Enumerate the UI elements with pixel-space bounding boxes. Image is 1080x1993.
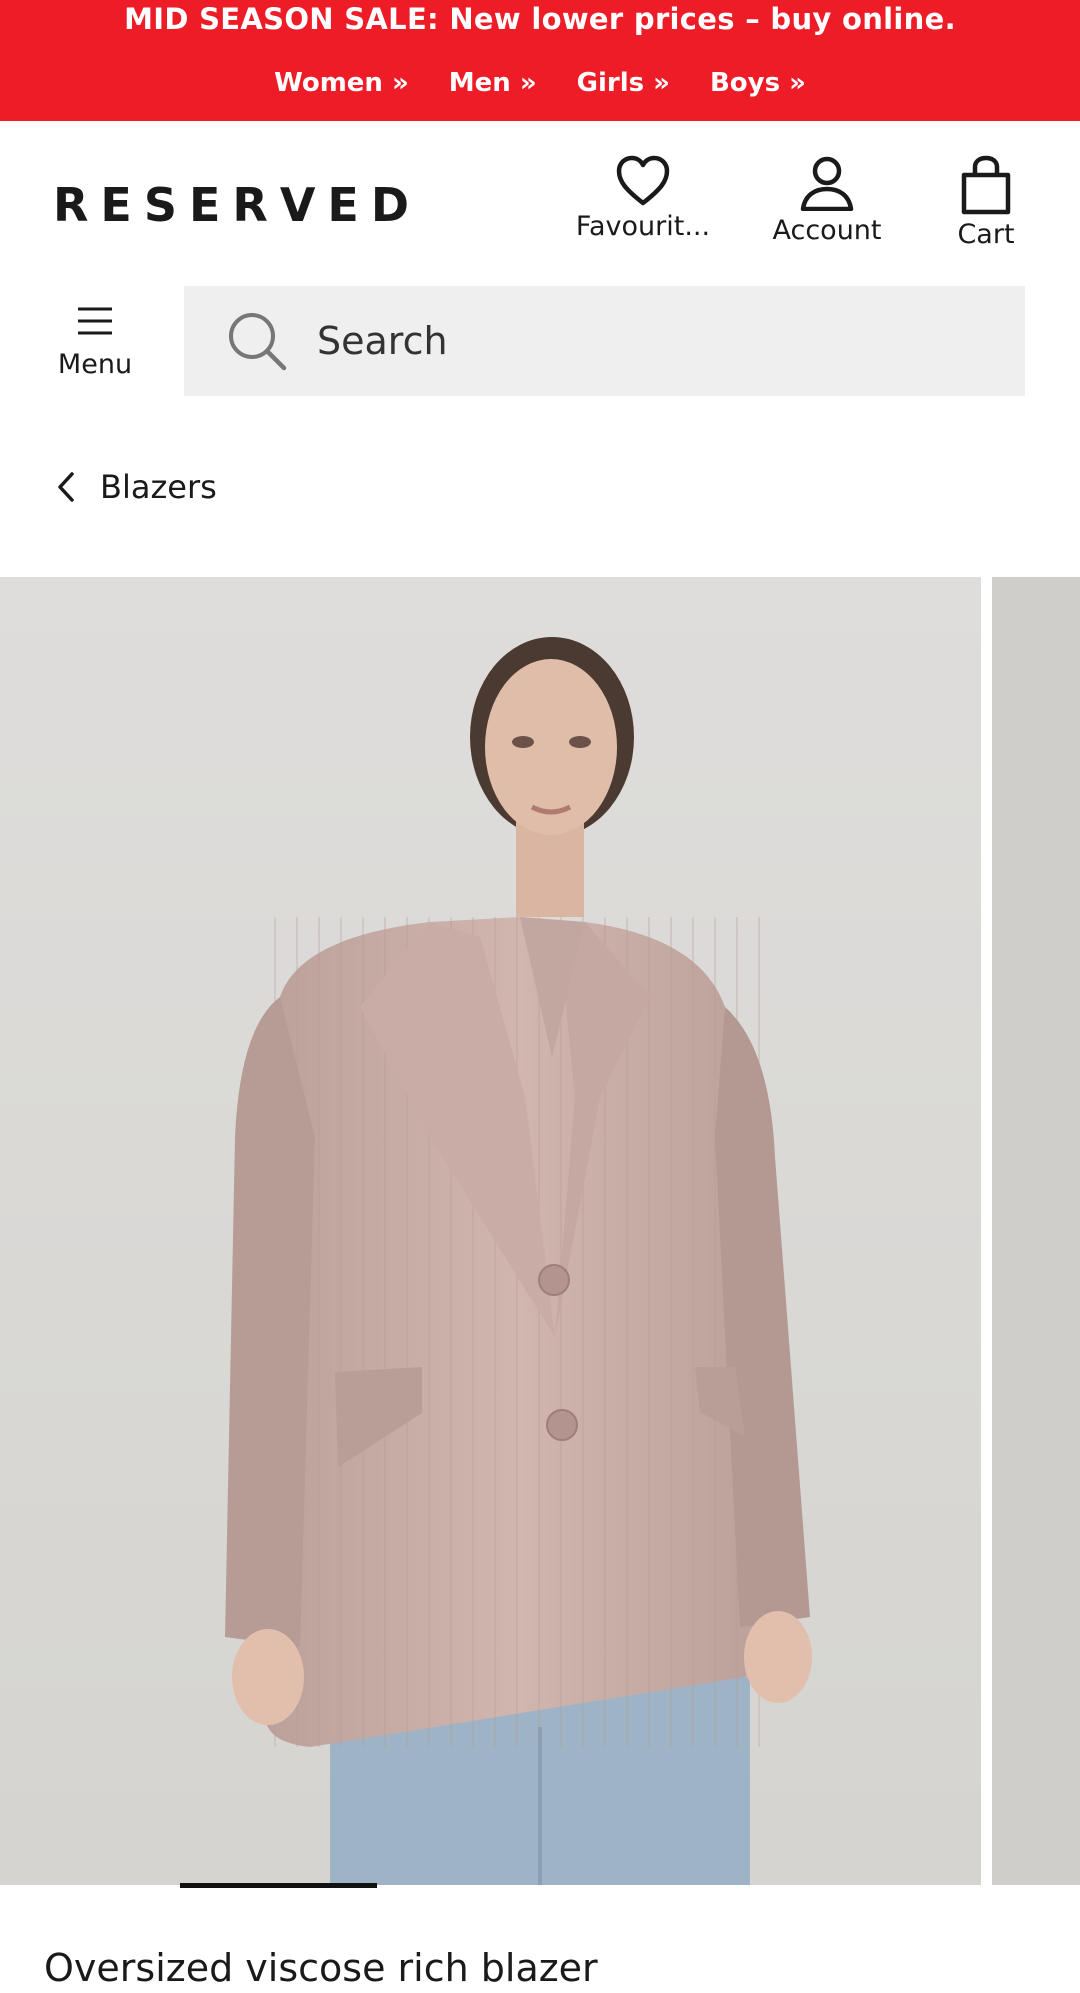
promo-banner: MID SEASON SALE: New lower prices – buy … <box>0 0 1080 121</box>
promo-link-boys[interactable]: Boys » <box>710 68 806 98</box>
promo-links: Women » Men » Girls » Boys » <box>0 68 1080 98</box>
heart-icon <box>616 155 670 206</box>
chevron-left-icon <box>58 472 74 502</box>
product-title: Oversized viscose rich blazer <box>44 1946 598 1990</box>
search-bar[interactable] <box>184 286 1025 396</box>
hamburger-icon <box>78 307 112 335</box>
product-gallery[interactable] <box>0 577 1080 1885</box>
product-photo[interactable] <box>0 577 981 1885</box>
search-icon <box>229 313 287 371</box>
promo-link-women[interactable]: Women » <box>274 68 409 98</box>
cart-button[interactable]: Cart <box>940 155 1032 250</box>
menu-button[interactable]: Menu <box>40 305 150 380</box>
menu-label: Menu <box>57 349 133 380</box>
user-icon <box>800 156 854 211</box>
gallery-progress-indicator <box>180 1883 377 1888</box>
shopping-bag-icon <box>961 155 1011 215</box>
promo-link-girls[interactable]: Girls » <box>577 68 670 98</box>
cart-label: Cart <box>957 219 1015 250</box>
favourites-label: Favourit... <box>575 211 711 242</box>
promo-link-men[interactable]: Men » <box>449 68 537 98</box>
promo-title[interactable]: MID SEASON SALE: New lower prices – buy … <box>0 2 1080 36</box>
brand-logo[interactable]: RESERVED <box>53 178 421 232</box>
breadcrumb-label: Blazers <box>100 468 217 506</box>
model-in-blazer-image <box>0 577 981 1885</box>
favourites-button[interactable]: Favourit... <box>568 155 718 242</box>
breadcrumb-back[interactable]: Blazers <box>56 468 217 506</box>
search-input[interactable] <box>315 311 995 371</box>
account-label: Account <box>772 215 882 246</box>
account-button[interactable]: Account <box>760 155 894 246</box>
next-photo-preview[interactable] <box>992 577 1080 1885</box>
